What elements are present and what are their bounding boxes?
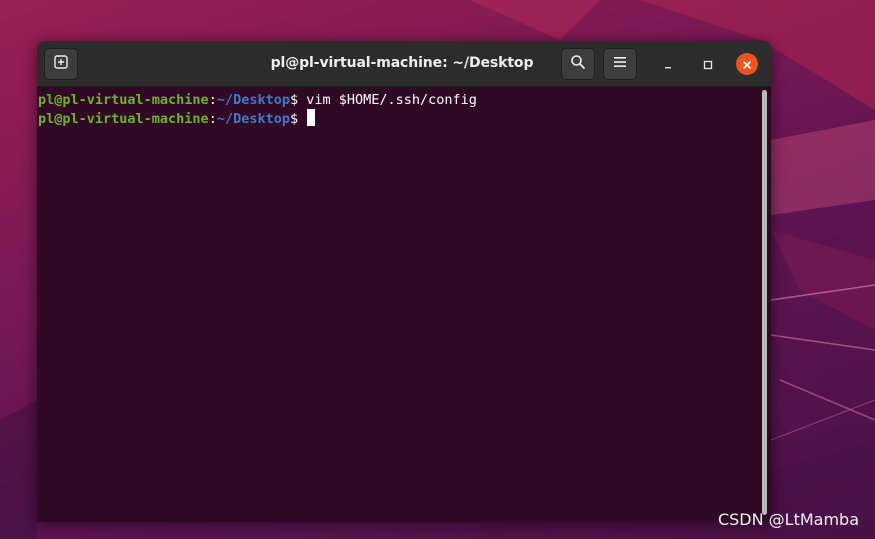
window-title: pl@pl-virtual-machine: ~/Desktop bbox=[270, 55, 534, 71]
minimize-icon bbox=[663, 55, 673, 74]
maximize-icon bbox=[703, 55, 713, 74]
close-icon bbox=[742, 55, 752, 74]
prompt-separator: : bbox=[208, 111, 217, 127]
menu-button[interactable] bbox=[603, 48, 637, 80]
terminal-window: pl@pl-virtual-machine: ~/Desktop pl@pl-v… bbox=[37, 41, 771, 522]
prompt-user-host: pl@pl-virtual-machine bbox=[38, 111, 209, 127]
close-button[interactable] bbox=[736, 53, 758, 75]
text-cursor bbox=[307, 109, 316, 126]
headerbar: pl@pl-virtual-machine: ~/Desktop bbox=[37, 41, 771, 87]
terminal-line: pl@pl-virtual-machine:~/Desktop$ bbox=[38, 109, 316, 128]
scrollbar-thumb[interactable] bbox=[762, 90, 767, 515]
scrollbar[interactable] bbox=[760, 90, 768, 515]
new-tab-button[interactable] bbox=[44, 48, 78, 80]
prompt-symbol: $ bbox=[289, 111, 307, 127]
prompt-separator: : bbox=[208, 92, 217, 108]
command-text: vim $HOME/.ssh/config bbox=[306, 92, 477, 108]
prompt-user-host: pl@pl-virtual-machine bbox=[38, 92, 209, 108]
search-icon bbox=[570, 54, 586, 74]
prompt-path: ~/Desktop bbox=[216, 111, 290, 127]
minimize-button[interactable] bbox=[657, 53, 679, 75]
watermark: CSDN @LtMamba bbox=[717, 510, 859, 529]
terminal-line: pl@pl-virtual-machine:~/Desktop$ vim $HO… bbox=[38, 91, 477, 109]
prompt-symbol: $ bbox=[289, 92, 307, 108]
hamburger-menu-icon bbox=[613, 56, 627, 72]
maximize-button[interactable] bbox=[697, 53, 719, 75]
new-tab-icon bbox=[53, 54, 69, 74]
search-button[interactable] bbox=[561, 48, 595, 80]
terminal-output[interactable]: pl@pl-virtual-machine:~/Desktop$ vim $HO… bbox=[37, 87, 771, 522]
prompt-path: ~/Desktop bbox=[216, 92, 290, 108]
